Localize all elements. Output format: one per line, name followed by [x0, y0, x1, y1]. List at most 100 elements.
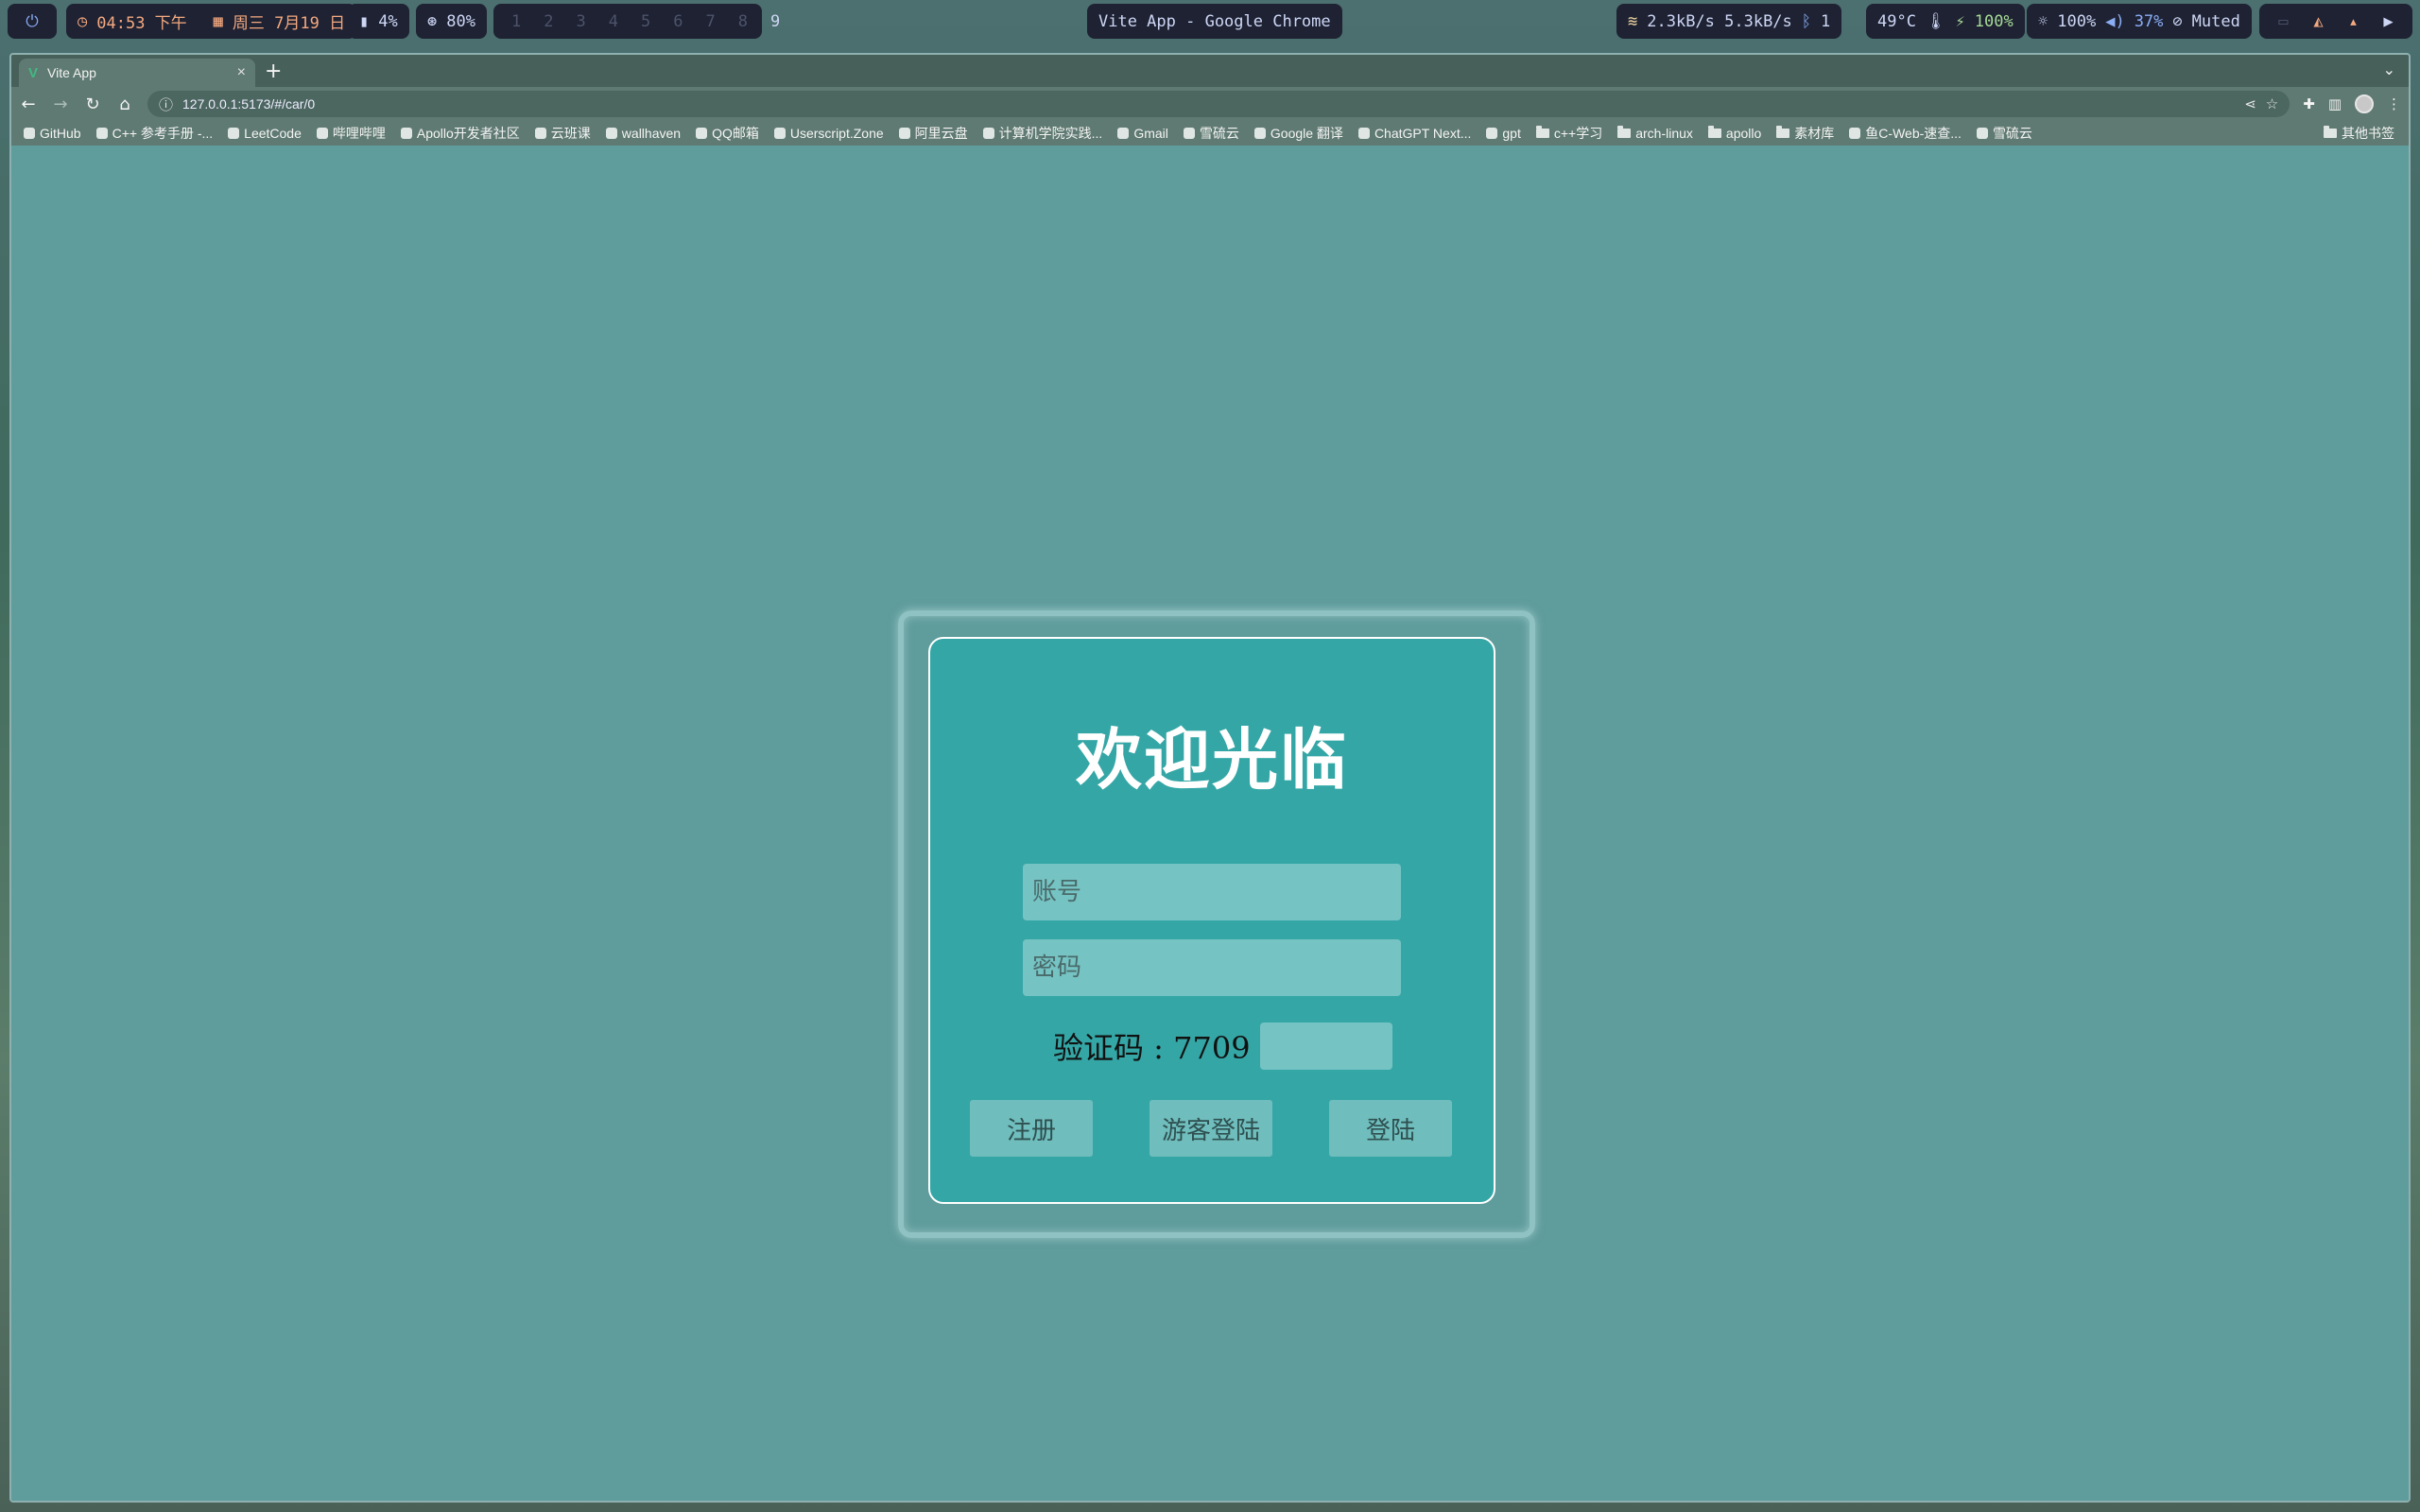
keyboard-icon[interactable]: ▭ [2278, 12, 2288, 31]
bookmark-label: c++学习 [1553, 126, 1603, 141]
menu-kebab-icon[interactable]: ⋮ [2387, 95, 2401, 112]
bookmark-item[interactable]: arch-linux [1613, 126, 1698, 141]
memory-widget[interactable]: ▮ 4% [348, 4, 409, 39]
clock-widget[interactable]: ◷ 04:53 下午 ▦ 周三 7月19 日 [66, 4, 357, 39]
bookmark-item[interactable]: gpt [1481, 126, 1525, 141]
bookmark-item[interactable]: Google 翻译 [1250, 124, 1348, 143]
bookmark-item[interactable]: ChatGPT Next... [1354, 126, 1476, 141]
address-bar[interactable]: ⓘ 127.0.0.1:5173/#/car/0 ⋖ ☆ [147, 91, 2290, 117]
workspace-3[interactable]: 3 [570, 12, 593, 31]
guest-login-button[interactable]: 游客登陆 [1150, 1100, 1272, 1157]
chevron-down-icon[interactable]: ⌄ [2383, 60, 2395, 78]
cloud-icon [1976, 128, 1988, 139]
bookmark-item[interactable]: 素材库 [1772, 124, 1839, 143]
bookmark-item[interactable]: 鱼C-Web-速查... [1844, 124, 1966, 143]
cpu-widget[interactable]: ⊛ 80% [416, 4, 487, 39]
github-icon [24, 128, 35, 139]
bookmark-label: 鱼C-Web-速查... [1865, 126, 1962, 141]
close-icon[interactable]: × [237, 64, 246, 81]
bookmark-label: Gmail [1133, 126, 1168, 141]
workspace-2[interactable]: 2 [537, 12, 560, 31]
profile-avatar[interactable] [2355, 94, 2374, 113]
bookmark-item[interactable]: 哔哩哔哩 [312, 124, 390, 143]
star-icon[interactable]: ☆ [2266, 95, 2278, 112]
login-button[interactable]: 登陆 [1329, 1100, 1452, 1157]
bookmark-label: arch-linux [1635, 126, 1693, 141]
aliyun-icon [898, 128, 910, 139]
fishc-icon [1849, 128, 1861, 139]
bookmark-label: LeetCode [244, 126, 302, 141]
reload-button[interactable]: ↻ [83, 94, 102, 114]
gpt-icon [1486, 128, 1498, 139]
password-input[interactable] [1023, 939, 1401, 996]
workspace-8[interactable]: 8 [732, 12, 754, 31]
bookmark-label: 雪硫云 [1992, 126, 2032, 141]
mic-status: Muted [2191, 11, 2240, 31]
memory-icon: ▮ [359, 11, 370, 31]
other-bookmarks-label: 其他书签 [2342, 126, 2394, 141]
register-button[interactable]: 注册 [970, 1100, 1093, 1157]
bookmark-label: QQ邮箱 [712, 126, 759, 141]
bookmark-item[interactable]: apollo [1703, 126, 1766, 141]
extensions-icon[interactable]: ✚ [2303, 95, 2315, 112]
brightness-icon: ☼ [2038, 11, 2048, 31]
bookmark-item[interactable]: 阿里云盘 [894, 124, 973, 143]
bookmark-item[interactable]: Userscript.Zone [769, 126, 889, 141]
workspace-4[interactable]: 4 [602, 12, 625, 31]
vue-icon: V [28, 64, 39, 81]
forward-button[interactable]: → [51, 94, 70, 114]
url-text: 127.0.0.1:5173/#/car/0 [182, 96, 316, 112]
network-widget[interactable]: ≋ 2.3kB/s 5.3kB/s ᛒ 1 [1616, 4, 1842, 39]
bookmark-item[interactable]: GitHub [19, 126, 86, 141]
workspace-6[interactable]: 6 [666, 12, 689, 31]
workspace-9[interactable]: 9 [764, 12, 786, 31]
power-icon: ⏻ [26, 11, 39, 31]
captcha-row: 验证码 : 7709 [1053, 1022, 1392, 1070]
network-speed: 2.3kB/s 5.3kB/s [1647, 11, 1792, 31]
cloud-class-icon [534, 128, 546, 139]
account-input[interactable] [1023, 864, 1401, 920]
side-panel-icon[interactable]: ▥ [2328, 95, 2342, 112]
info-icon[interactable]: ⓘ [159, 94, 173, 114]
bookmark-item[interactable]: wallhaven [601, 126, 685, 141]
home-button[interactable]: ⌂ [115, 94, 134, 114]
bookmark-item[interactable]: QQ邮箱 [691, 124, 764, 143]
workspace-5[interactable]: 5 [634, 12, 657, 31]
bookmark-label: 计算机学院实践... [998, 126, 1103, 141]
bookmark-item[interactable]: Apollo开发者社区 [396, 124, 525, 143]
workspace-1[interactable]: 1 [505, 12, 527, 31]
tray: ▭ ◭ ▴ ▶ [2259, 4, 2412, 39]
bookmark-item[interactable]: LeetCode [223, 126, 306, 141]
bookmark-item[interactable]: C++ 参考手册 -... [92, 124, 218, 143]
app-tray-icon[interactable]: ▴ [2348, 12, 2358, 31]
temp-battery-widget[interactable]: 49°C 🌡︎ ⚡ 100% [1866, 4, 2025, 39]
bookmark-label: 素材库 [1794, 126, 1835, 141]
bookmark-item[interactable]: c++学习 [1531, 124, 1607, 143]
qq-mail-icon [696, 128, 708, 139]
power-button[interactable]: ⏻ [8, 4, 57, 39]
apollo-icon [400, 128, 412, 139]
captcha-input[interactable] [1259, 1022, 1392, 1070]
media-widget[interactable]: ☼ 100% ◀) 37% ⊘ Muted [2027, 4, 2252, 39]
bookmark-label: gpt [1502, 126, 1521, 141]
bookmark-item[interactable]: 雪硫云 [1972, 124, 2037, 143]
cat-icon[interactable]: ◭ [2313, 12, 2323, 31]
bookmark-item[interactable]: 计算机学院实践... [978, 124, 1108, 143]
clock-time: 04:53 下午 [96, 14, 187, 33]
workspace-7[interactable]: 7 [700, 12, 722, 31]
media-tray-icon[interactable]: ▶ [2383, 12, 2393, 31]
captcha-label: 验证码 : 7709 [1053, 1030, 1251, 1066]
tab-vite-app[interactable]: V Vite App × [19, 59, 255, 87]
browser-toolbar: ← → ↻ ⌂ ⓘ 127.0.0.1:5173/#/car/0 ⋖ ☆ ✚ ▥… [11, 87, 2409, 121]
share-icon[interactable]: ⋖ [2244, 95, 2256, 112]
back-button[interactable]: ← [19, 94, 38, 114]
bluetooth-icon: ᛒ [1801, 11, 1811, 31]
battery-charging-icon: ⚡ [1955, 11, 1965, 31]
bookmark-item[interactable]: Gmail [1113, 126, 1173, 141]
new-tab-button[interactable]: + [265, 60, 282, 83]
bookmark-item[interactable]: 雪硫云 [1179, 124, 1244, 143]
bookmark-item[interactable]: 云班课 [530, 124, 596, 143]
page-content: 欢迎光临 验证码 : 7709 注册 游客登陆 登陆 [11, 146, 2409, 1501]
other-bookmarks[interactable]: 其他书签 [2316, 121, 2399, 146]
cloud-icon [1183, 128, 1195, 139]
